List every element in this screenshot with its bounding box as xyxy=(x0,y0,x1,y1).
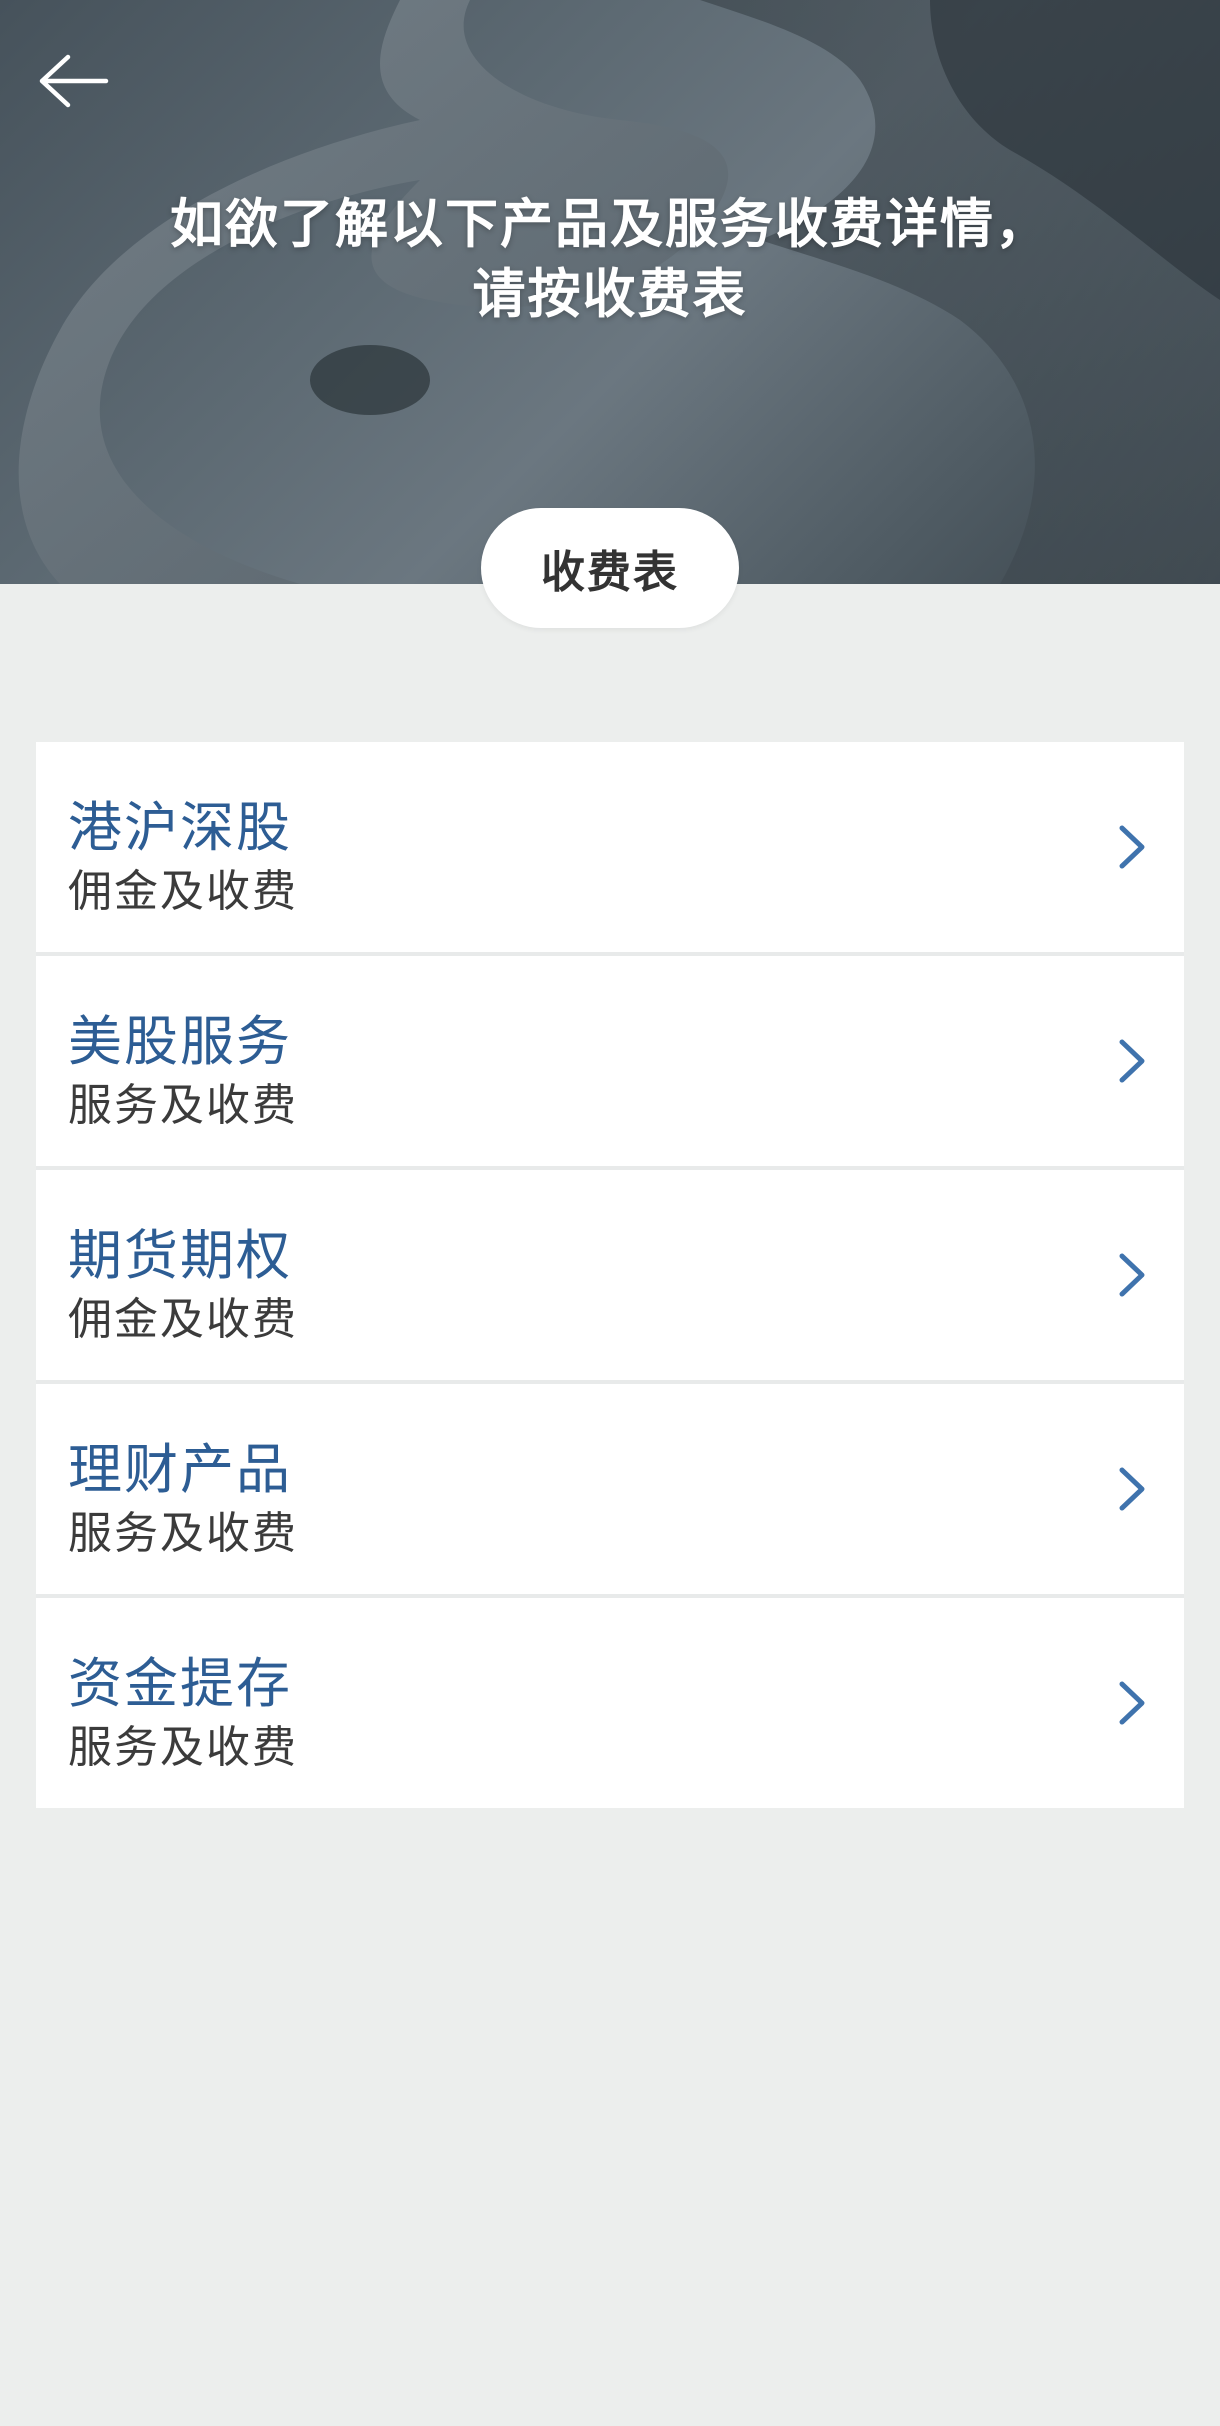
chevron-right-icon xyxy=(1119,1467,1145,1511)
page-title: 如欲了解以下产品及服务收费详情，请按收费表 xyxy=(170,194,1050,325)
list-item-hk-sh-sz-stocks[interactable]: 港沪深股 佣金及收费 xyxy=(36,742,1184,956)
list-item-title: 港沪深股 xyxy=(68,796,292,859)
list-item-subtitle: 佣金及收费 xyxy=(68,866,298,917)
chevron-right-icon xyxy=(1119,1253,1145,1297)
list-item-fund-deposit-withdrawal[interactable]: 资金提存 服务及收费 xyxy=(36,1598,1184,1808)
back-button[interactable] xyxy=(24,36,124,126)
list-item-subtitle: 服务及收费 xyxy=(68,1080,298,1131)
hero-banner: 如欲了解以下产品及服务收费详情，请按收费表 xyxy=(0,0,1220,584)
list-item-subtitle: 服务及收费 xyxy=(68,1508,298,1559)
list-item-subtitle: 佣金及收费 xyxy=(68,1294,298,1345)
fee-schedule-button[interactable]: 收费表 xyxy=(481,508,739,628)
arrow-left-icon xyxy=(39,54,109,108)
list-item-us-stocks[interactable]: 美股服务 服务及收费 xyxy=(36,956,1184,1170)
list-item-subtitle: 服务及收费 xyxy=(68,1722,298,1773)
list-item-title: 资金提存 xyxy=(68,1652,292,1715)
list-item-futures-options[interactable]: 期货期权 佣金及收费 xyxy=(36,1170,1184,1384)
list-item-title: 期货期权 xyxy=(68,1224,292,1287)
list-item-wealth-products[interactable]: 理财产品 服务及收费 xyxy=(36,1384,1184,1598)
chevron-right-icon xyxy=(1119,825,1145,869)
list-item-title: 美股服务 xyxy=(68,1010,292,1073)
chevron-right-icon xyxy=(1119,1039,1145,1083)
list-item-title: 理财产品 xyxy=(68,1438,292,1501)
chevron-right-icon xyxy=(1119,1681,1145,1725)
service-list: 港沪深股 佣金及收费 美股服务 服务及收费 期货期权 佣金及收费 理财产品 服务… xyxy=(36,742,1184,1808)
